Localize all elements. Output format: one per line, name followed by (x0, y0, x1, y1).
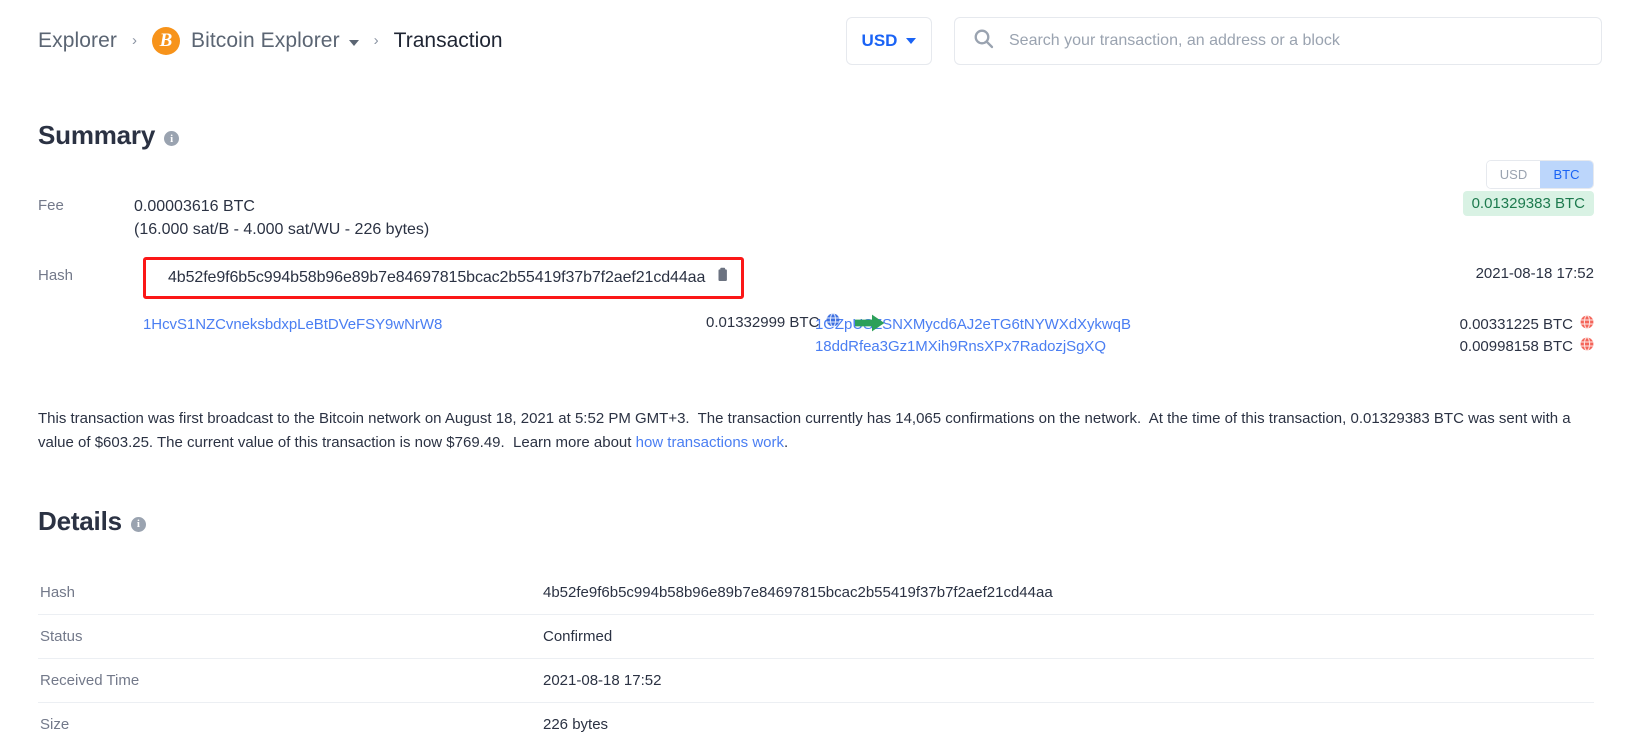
hash-row: Hash 4b52fe9f6b5c994b58b96e89b7e84697815… (38, 257, 1594, 300)
table-row: Status Confirmed (38, 614, 1594, 659)
unit-toggle: USD BTC (1486, 160, 1594, 189)
arrow-right-icon (855, 314, 885, 332)
details-key: Size (40, 715, 70, 733)
page-header: Explorer › B Bitcoin Explorer › Transact… (0, 0, 1632, 82)
details-section: Details i Hash 4b52fe9f6b5c994b58b96e89b… (38, 506, 1594, 739)
output-amount-row: 0.00331225 BTC (1460, 313, 1594, 335)
header-controls: USD (846, 16, 1602, 65)
breadcrumb-explorer[interactable]: Explorer (38, 29, 117, 53)
transaction-description: This transaction was first broadcast to … (38, 407, 1594, 454)
breadcrumb-bitcoin-explorer[interactable]: B Bitcoin Explorer (152, 26, 359, 55)
status-badge: 0.01329383 BTC (1462, 191, 1594, 216)
summary-title: Summary (38, 120, 156, 150)
summary-block: Fee 0.00003616 BTC (16.000 sat/B - 4.000… (38, 191, 1594, 454)
output-amount-row: 0.00998158 BTC (1460, 335, 1594, 357)
output-row: 18ddRfea3Gz1MXih9RnsXPx7RadozjSgXQ (815, 335, 1335, 357)
details-value-size: 226 bytes (543, 715, 609, 733)
inputs-column: 1HcvS1NZCvneksbdxpLeBtDVeFSY9wNrW8 (143, 313, 703, 335)
input-amount: 0.01332999 BTC (706, 314, 820, 332)
how-transactions-work-link[interactable]: how transactions work (636, 434, 784, 451)
globe-icon[interactable] (826, 313, 840, 332)
output-amounts-column: 0.00331225 BTC 0.00998158 BTC (1460, 313, 1594, 357)
breadcrumb-separator-1: › (132, 32, 137, 49)
input-amount-block: 0.01332999 BTC (706, 313, 885, 332)
currency-select-button[interactable]: USD (846, 16, 932, 65)
details-key: Received Time (40, 671, 140, 689)
clipboard-copy-icon[interactable] (716, 267, 729, 288)
search-icon (973, 28, 994, 54)
details-key: Status (40, 627, 83, 645)
details-title: Details (38, 505, 122, 536)
table-row: Hash 4b52fe9f6b5c994b58b96e89b7e84697815… (38, 571, 1594, 615)
globe-icon[interactable] (1580, 336, 1594, 356)
input-address-link[interactable]: 1HcvS1NZCvneksbdxpLeBtDVeFSY9wNrW8 (143, 316, 442, 333)
transaction-flow: 1HcvS1NZCvneksbdxpLeBtDVeFSY9wNrW8 0.013… (38, 313, 1594, 357)
breadcrumb-chain-label: Bitcoin Explorer (191, 28, 340, 52)
fee-value: 0.00003616 BTC (16.000 sat/B - 4.000 sat… (134, 195, 429, 241)
unit-toggle-usd[interactable]: USD (1487, 161, 1540, 188)
search-input[interactable] (1009, 31, 1583, 50)
breadcrumb-separator-2: › (373, 32, 379, 49)
details-table: Hash 4b52fe9f6b5c994b58b96e89b7e84697815… (38, 571, 1594, 739)
search-box[interactable] (954, 16, 1602, 65)
table-row: Received Time 2021-08-18 17:52 (38, 658, 1594, 703)
fee-amount: 0.00003616 BTC (134, 198, 255, 215)
output-amount: 0.00998158 BTC (1459, 337, 1573, 355)
info-icon[interactable]: i (164, 131, 180, 146)
globe-icon[interactable] (1580, 314, 1594, 334)
info-icon[interactable]: i (130, 516, 146, 532)
breadcrumb-current-transaction: Transaction (393, 28, 503, 52)
output-amount: 0.00331225 BTC (1459, 315, 1573, 333)
bitcoin-logo-icon: B (152, 26, 180, 55)
page-content: Summary i USD BTC Fee 0.00003616 BTC (16… (0, 120, 1632, 739)
output-row: 1GZpUSZSNXMycd6AJ2eTG6tNYWXdXykwqB (815, 313, 1335, 335)
details-value-received-time: 2021-08-18 17:52 (543, 671, 662, 689)
description-text-part2: . (784, 433, 789, 451)
unit-toggle-btc[interactable]: BTC (1540, 161, 1593, 188)
output-address-link[interactable]: 18ddRfea3Gz1MXih9RnsXPx7RadozjSgXQ (815, 338, 1106, 355)
description-text-part1: This transaction was first broadcast to … (38, 410, 1571, 451)
details-value-status: Confirmed (543, 627, 613, 645)
details-value-hash: 4b52fe9f6b5c994b58b96e89b7e84697815bcac2… (543, 583, 1053, 601)
details-key: Hash (40, 583, 76, 601)
breadcrumb: Explorer › B Bitcoin Explorer › Transact… (38, 26, 503, 55)
fee-row: Fee 0.00003616 BTC (16.000 sat/B - 4.000… (38, 191, 1594, 241)
fee-total-badge-wrap: 0.01329383 BTC (1462, 191, 1594, 216)
table-row: Size 226 bytes (38, 702, 1594, 739)
chevron-down-icon[interactable] (348, 39, 359, 46)
hash-timestamp-wrap: 2021-08-18 17:52 (1476, 265, 1594, 283)
transaction-timestamp: 2021-08-18 17:52 (1475, 265, 1594, 283)
input-row: 1HcvS1NZCvneksbdxpLeBtDVeFSY9wNrW8 (143, 313, 703, 335)
hash-highlight-box: 4b52fe9f6b5c994b58b96e89b7e84697815bcac2… (143, 257, 745, 300)
currency-select-value: USD (861, 30, 898, 50)
details-section-header: Details i (38, 506, 1594, 537)
transaction-hash[interactable]: 4b52fe9f6b5c994b58b96e89b7e84697815bcac2… (168, 269, 705, 287)
hash-label: Hash (38, 267, 74, 285)
fee-label: Fee (38, 197, 64, 214)
chevron-down-icon (906, 37, 917, 44)
outputs-column: 1GZpUSZSNXMycd6AJ2eTG6tNYWXdXykwqB 18ddR… (815, 313, 1335, 357)
fee-detail: (16.000 sat/B - 4.000 sat/WU - 226 bytes… (134, 221, 430, 239)
summary-section-header: Summary i (38, 120, 1594, 151)
